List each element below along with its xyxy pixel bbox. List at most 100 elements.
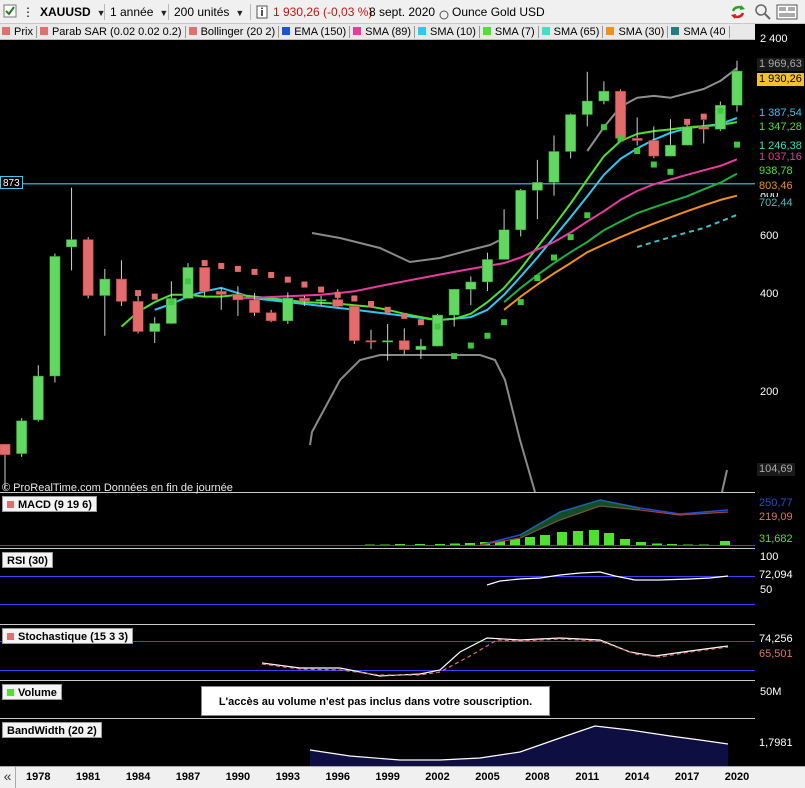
color-swatch [671, 27, 680, 35]
sar-dot [251, 268, 258, 275]
sar-dot [600, 124, 607, 131]
legend-item[interactable]: SMA (10) [418, 26, 476, 38]
legend-label: Prix [14, 26, 33, 38]
legend-item[interactable]: Parab SAR (0.02 0.02 0.2) [39, 26, 182, 38]
time-axis[interactable]: « 1978 1981 1984 1987 1990 1993 1996 1999 2002 20… [0, 766, 805, 788]
price-axis-tick: 2 400 [760, 33, 788, 45]
stoch-title[interactable]: Stochastique (15 3 3) [2, 628, 134, 644]
color-swatch [282, 27, 291, 35]
candle [132, 293, 144, 334]
candle [49, 253, 61, 383]
candle-body [32, 375, 44, 421]
bandwidth-title[interactable]: BandWidth (20 2) [2, 722, 102, 738]
volume-title[interactable]: Volume [2, 684, 62, 700]
candle-body [232, 294, 244, 301]
legend-item[interactable]: SMA (7) [482, 26, 535, 38]
color-swatch [39, 27, 48, 35]
menu-dots-icon[interactable]: ⋮ [22, 3, 34, 21]
period-label: 1 année [110, 5, 154, 19]
time-axis-tick: 2008 [525, 771, 550, 783]
series-line-sma-7- [120, 121, 738, 328]
candle [16, 418, 28, 457]
candle [348, 306, 360, 345]
series-line-sma-65- [636, 213, 738, 248]
sar-dot [334, 291, 341, 298]
layout-icon[interactable] [776, 3, 798, 21]
candle-body [482, 259, 493, 283]
sar-dot [284, 276, 291, 283]
macd-histogram-bar [395, 544, 405, 545]
period-selector[interactable]: 1 année ▼ [110, 3, 168, 21]
candle-body [315, 299, 327, 302]
legend-item[interactable]: SMA (40 [671, 26, 726, 38]
zoom-icon[interactable] [753, 2, 773, 20]
scroll-left-icon[interactable]: « [0, 767, 16, 788]
legend-label: Bollinger (20 2) [200, 26, 276, 38]
legend-label: SMA (65) [553, 26, 600, 38]
candle [515, 188, 527, 237]
candle-body [215, 291, 227, 295]
quote-date: 8 sept. 2020 [369, 5, 436, 19]
time-axis-tick: 2005 [475, 771, 500, 783]
legend-item[interactable]: SMA (89) [353, 26, 411, 38]
legend-label: SMA (40 [683, 26, 726, 38]
price-label: 1 347,28 [757, 121, 804, 134]
symbol-selector[interactable]: XAUUSD ▼ [40, 3, 106, 21]
candle [565, 113, 577, 159]
candle-body [382, 340, 394, 343]
refresh-icon[interactable] [728, 2, 748, 20]
rsi-line [486, 571, 729, 586]
macd-title[interactable]: MACD (9 19 6) [2, 496, 97, 512]
legend-label: EMA (150) [294, 26, 347, 38]
legend-item[interactable]: Prix [2, 26, 33, 38]
stoch-value: 74,256 [757, 633, 795, 646]
candle-body [132, 301, 144, 332]
candle-body [598, 90, 610, 102]
macd-histogram-bar [465, 543, 475, 545]
legend-item[interactable]: Bollinger (20 2) [188, 26, 276, 38]
sar-dot [501, 319, 508, 326]
rsi-title[interactable]: RSI (30) [2, 552, 53, 568]
candle [432, 313, 443, 347]
info-icon[interactable] [256, 5, 268, 23]
sar-dot [318, 286, 325, 293]
legend-item[interactable]: EMA (150) [282, 26, 346, 38]
macd-histogram-bar [525, 537, 535, 545]
units-label: 200 unités [174, 5, 230, 19]
watermark: © ProRealTime.com Données en fin de jour… [2, 482, 233, 494]
price-label: 702,44 [757, 197, 795, 210]
time-axis-tick: 1984 [125, 771, 151, 783]
candle-body [448, 289, 460, 316]
units-selector[interactable]: 200 unités ▼ [174, 3, 244, 21]
series-line-bollinger-20-2- [586, 67, 738, 152]
price-change: 1 930,26 (-0,03 %) [273, 5, 373, 19]
sar-dot [268, 271, 275, 278]
checkbox-icon[interactable] [3, 4, 17, 22]
sar-dot [151, 293, 158, 300]
sar-dot [467, 342, 474, 349]
legend-item[interactable]: SMA (30) [606, 26, 664, 38]
sar-dot [135, 290, 142, 297]
chart-area[interactable] [0, 0, 805, 788]
sar-dot [351, 295, 358, 302]
legend-item[interactable]: SMA (65) [541, 26, 600, 38]
candle [149, 317, 161, 344]
candle [215, 287, 227, 310]
candle [66, 187, 77, 271]
candle-body [515, 190, 527, 231]
chart-svg[interactable] [0, 0, 805, 788]
stoch-title-label: Stochastique (15 3 3) [18, 631, 129, 643]
instrument-name: Ounce Gold USD [452, 5, 545, 19]
candle-body [299, 297, 310, 302]
color-swatch [606, 27, 615, 35]
price-axis-tick: 400 [760, 287, 779, 300]
candle-body [249, 299, 260, 313]
color-swatch [353, 27, 362, 35]
sar-dot [700, 113, 707, 120]
candle-body [565, 114, 577, 152]
sar-dot [617, 135, 624, 142]
candle-body [698, 126, 710, 130]
time-axis-tick: 2020 [724, 771, 750, 783]
volume-axis-tick: 50M [760, 686, 782, 698]
macd-histogram-bar [604, 533, 614, 545]
